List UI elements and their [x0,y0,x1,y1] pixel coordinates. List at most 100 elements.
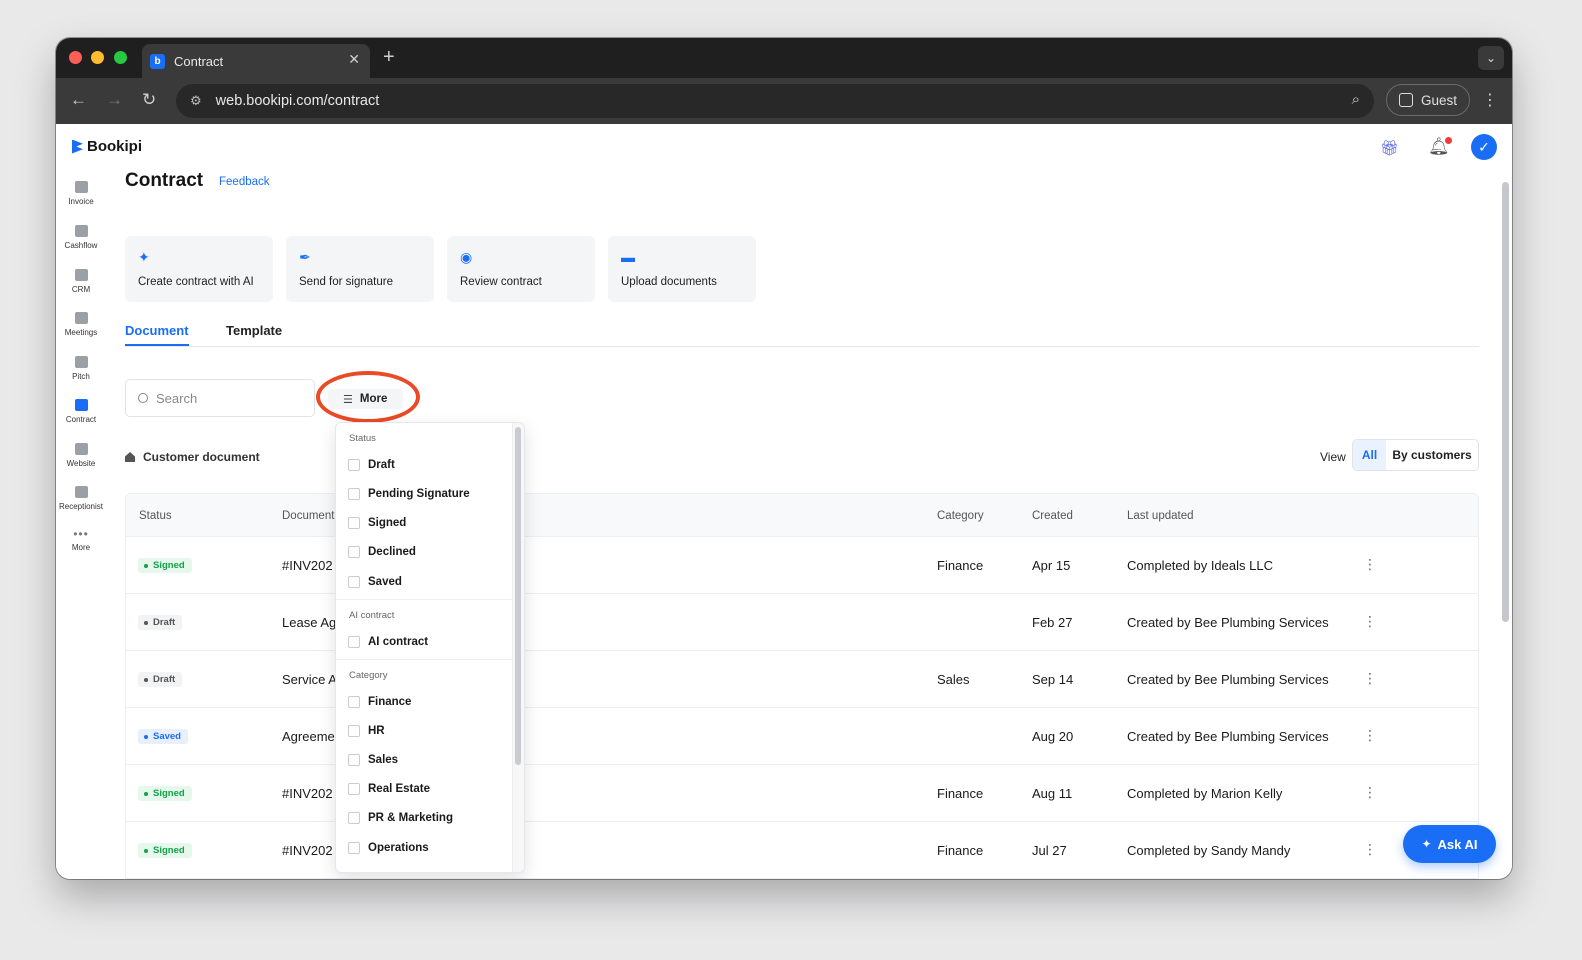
profile-guest-button[interactable]: Guest [1386,84,1470,116]
table-row[interactable]: Signed #INV202 Finance Apr 15 Completed … [126,537,1478,594]
tab-document[interactable]: Document [125,323,189,346]
checkbox[interactable] [348,783,360,795]
document-cell[interactable]: Lease Ag [282,615,336,630]
checkbox[interactable] [348,636,360,648]
checkbox[interactable] [348,842,360,854]
calendar-icon [74,312,88,324]
website-grid-icon [74,443,88,455]
filter-option-finance[interactable]: Finance [348,696,411,708]
sidebar-item-website[interactable]: Website [56,443,106,468]
sidebar-item-pitch[interactable]: Pitch [56,356,106,381]
option-label: Real Estate [368,783,431,795]
checkbox[interactable] [348,488,360,500]
reload-icon[interactable]: ↻ [142,90,156,110]
document-cell[interactable]: #INV202 [282,786,333,801]
tab-template[interactable]: Template [226,323,282,338]
page-title: Contract [125,170,204,191]
filter-option-saved[interactable]: Saved [348,576,402,588]
filter-option-pending-signature[interactable]: Pending Signature [348,488,470,500]
filter-option-sales[interactable]: Sales [348,754,398,766]
checkbox[interactable] [348,725,360,737]
back-arrow-icon[interactable]: ← [70,90,87,110]
filter-option-draft[interactable]: Draft [348,459,395,471]
table-row[interactable]: Saved Agreeme Aug 20 Created by Bee Plum… [126,708,1478,765]
dropdown-scrollbar[interactable] [515,427,521,765]
document-cell[interactable]: #INV202 [282,843,333,858]
ai-section-title: AI contract [349,610,395,621]
new-tab-icon[interactable]: + [383,46,395,69]
table-row[interactable]: Draft Lease Ag Feb 27 Created by Bee Plu… [126,594,1478,651]
checkbox[interactable] [348,576,360,588]
row-menu-icon[interactable]: ⋮ [1363,841,1377,858]
document-cell[interactable]: Service A [282,672,337,687]
filter-option-real-estate[interactable]: Real Estate [348,783,430,795]
invoice-icon [74,181,88,193]
row-menu-icon[interactable]: ⋮ [1363,556,1377,573]
review-contract-card[interactable]: ◉ Review contract [447,236,595,302]
row-menu-icon[interactable]: ⋮ [1363,727,1377,744]
view-toggle: All By customers [1352,439,1479,471]
sidebar-item-cashflow[interactable]: Cashflow [56,225,106,250]
close-window-button[interactable] [69,51,82,64]
view-all-button[interactable]: All [1353,440,1386,470]
filter-option-declined[interactable]: Declined [348,546,416,558]
sidebar-item-invoice[interactable]: Invoice [56,181,106,206]
option-label: HR [368,725,385,737]
checkbox[interactable] [348,754,360,766]
browser-tab[interactable]: b Contract ✕ [142,44,370,78]
table-row[interactable]: Signed #INV202 Finance Jul 27 Completed … [126,822,1478,879]
site-settings-icon[interactable]: ⚙ [190,93,202,109]
send-for-signature-card[interactable]: ✒ Send for signature [286,236,434,302]
crm-chart-icon [74,269,88,281]
checkbox[interactable] [348,517,360,529]
maximize-window-button[interactable] [114,51,127,64]
filter-option-operations[interactable]: Operations [348,842,429,854]
close-tab-icon[interactable]: ✕ [348,51,360,68]
checkbox[interactable] [348,459,360,471]
sidebar-item-meetings[interactable]: Meetings [56,312,106,337]
zoom-magnifier-icon[interactable]: ⌕ [1352,91,1360,108]
forward-arrow-icon[interactable]: → [106,90,123,110]
header-last-updated[interactable]: Last updated [1127,510,1194,522]
app-area: Bookipi 🎁︎ 🔔︎ ✓ Invoice Cashflow CRM Mee… [56,124,1512,879]
tab-search-chevron-icon[interactable]: ⌄ [1478,46,1504,70]
highlight-ring [316,371,420,423]
document-cell[interactable]: #INV202 [282,558,333,573]
option-label: AI contract [368,636,429,648]
filter-option-ai-contract[interactable]: AI contract [348,636,428,648]
header-category[interactable]: Category [937,510,984,522]
more-dots-icon: ••• [73,527,89,541]
row-menu-icon[interactable]: ⋮ [1363,670,1377,687]
sidebar-item-crm[interactable]: CRM [56,269,106,294]
filter-option-pr-marketing[interactable]: PR & Marketing [348,812,453,824]
browser-menu-icon[interactable]: ⋮ [1482,90,1498,110]
create-contract-ai-card[interactable]: ✦ Create contract with AI [125,236,273,302]
checkbox[interactable] [348,546,360,558]
checkbox[interactable] [348,696,360,708]
filter-option-hr[interactable]: HR [348,725,385,737]
sidebar-item-more[interactable]: ••• More [56,527,106,552]
sidebar-item-contract[interactable]: Contract [56,399,106,424]
action-label: Create contract with AI [138,276,254,288]
minimize-window-button[interactable] [91,51,104,64]
filter-option-signed[interactable]: Signed [348,517,406,529]
row-menu-icon[interactable]: ⋮ [1363,613,1377,630]
ask-ai-button[interactable]: ✦ Ask AI [1403,825,1496,863]
row-menu-icon[interactable]: ⋮ [1363,784,1377,801]
dropdown-scroll-track[interactable] [512,423,524,872]
sidebar-item-label: Receptionist [58,502,104,511]
header-document[interactable]: Document [282,510,334,522]
view-by-customers-button[interactable]: By customers [1386,440,1478,470]
checkbox[interactable] [348,812,360,824]
document-cell[interactable]: Agreeme [282,729,335,744]
table-row[interactable]: Signed #INV202 Finance Aug 11 Completed … [126,765,1478,822]
header-status[interactable]: Status [139,510,172,522]
header-created[interactable]: Created [1032,510,1073,522]
sidebar-item-receptionist[interactable]: Receptionist [56,486,106,511]
feedback-link[interactable]: Feedback [219,176,270,188]
page-scrollbar[interactable] [1502,182,1509,622]
search-input[interactable]: Search [125,379,315,417]
address-bar[interactable]: ⚙ web.bookipi.com/contract ⌕ [176,84,1374,118]
table-row[interactable]: Draft Service A Sales Sep 14 Created by … [126,651,1478,708]
upload-documents-card[interactable]: ▬ Upload documents [608,236,756,302]
